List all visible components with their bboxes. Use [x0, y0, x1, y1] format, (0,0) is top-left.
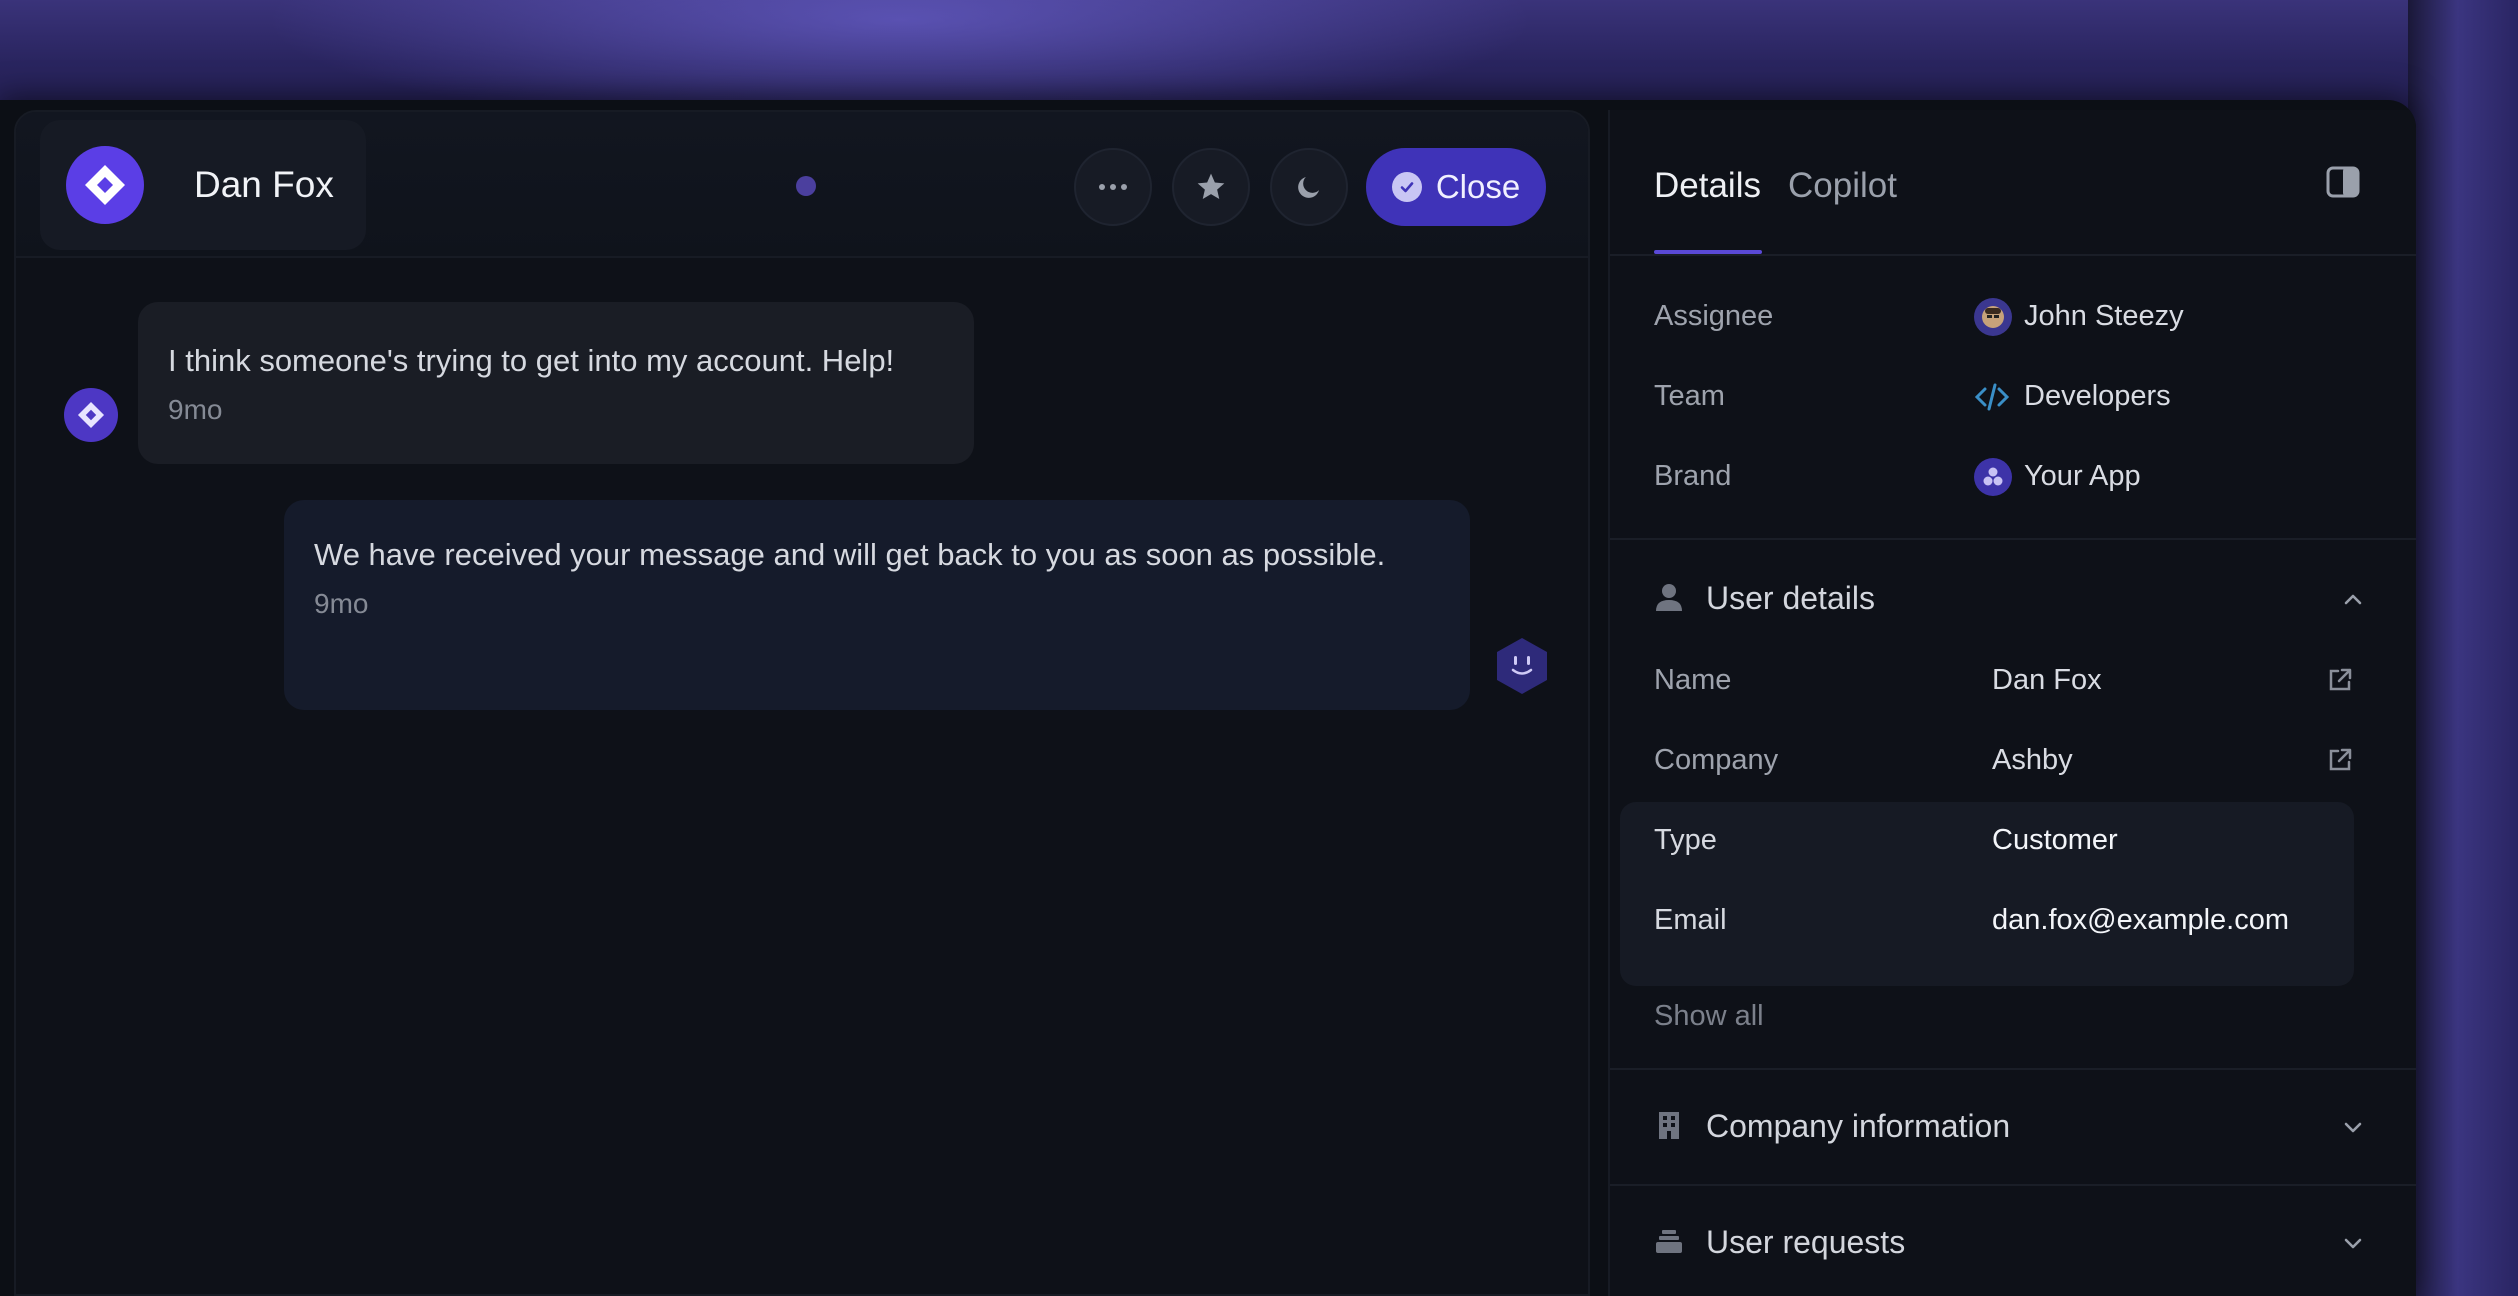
show-all-link[interactable]: Show all [1654, 1000, 1764, 1033]
brand-value[interactable]: Your App [2024, 460, 2141, 493]
name-label: Name [1654, 664, 1732, 696]
user-name: Dan Fox [194, 164, 334, 205]
tab-details[interactable]: Details [1654, 166, 1761, 206]
brand-logo-icon [1983, 467, 2003, 486]
more-options-button[interactable] [1074, 148, 1152, 226]
building-icon [1659, 1112, 1679, 1139]
details-panel: Details Copilot Assignee John Steezy Tea… [1608, 110, 2416, 1296]
user-chip[interactable]: Dan Fox [40, 120, 366, 250]
active-tab-indicator [1654, 250, 1762, 254]
assignee-label: Assignee [1654, 300, 1774, 332]
tab-copilot[interactable]: Copilot [1788, 166, 1897, 206]
type-label: Type [1654, 824, 1717, 856]
message-timestamp: 9mo [168, 394, 223, 425]
assignee-value[interactable]: John Steezy [2024, 300, 2184, 333]
company-label: Company [1654, 744, 1779, 776]
assignee-avatar[interactable] [1974, 298, 2012, 336]
snooze-button[interactable] [1270, 148, 1348, 226]
message-timestamp: 9mo [314, 588, 369, 619]
bot-message[interactable]: We have received your message and will g… [284, 500, 1470, 710]
user-avatar [66, 146, 144, 224]
email-label: Email [1654, 904, 1727, 936]
conversation-panel: Dan Fox Close I think someone's trying t… [14, 110, 1590, 1296]
user-details-title[interactable]: User details [1706, 580, 1875, 617]
external-link-icon[interactable] [2326, 746, 2354, 774]
message-text: We have received your message and will g… [314, 537, 1386, 572]
sidebar-toggle-icon[interactable] [2326, 166, 2360, 198]
bot-avatar-icon [1497, 638, 1547, 694]
divider [1610, 1184, 2416, 1186]
company-information-title[interactable]: Company information [1706, 1108, 2010, 1145]
inbox-stack-icon [1656, 1230, 1682, 1253]
brand-label: Brand [1654, 460, 1732, 492]
close-conversation-button[interactable]: Close [1366, 148, 1546, 226]
background-edge [2408, 0, 2518, 1296]
close-button-label: Close [1435, 168, 1521, 205]
divider [1610, 538, 2416, 540]
user-message[interactable]: I think someone's trying to get into my … [138, 302, 974, 464]
user-message-avatar [64, 388, 118, 442]
app-window: Dan Fox Close I think someone's trying t… [0, 100, 2416, 1296]
team-value[interactable]: Developers [2024, 380, 2171, 413]
email-value[interactable]: dan.fox@example.com [1992, 904, 2289, 937]
ellipsis-icon [1099, 184, 1127, 190]
code-icon [1974, 383, 2010, 411]
star-icon [1197, 173, 1225, 199]
brand-avatar [1974, 458, 2012, 496]
highlighted-rows [1620, 802, 2354, 986]
type-value[interactable]: Customer [1992, 824, 2118, 857]
details-tabs: Details Copilot [1610, 110, 2416, 256]
chevron-down-icon[interactable] [2340, 1230, 2366, 1256]
user-icon [1656, 584, 1682, 611]
name-value[interactable]: Dan Fox [1992, 664, 2102, 697]
status-indicator [796, 176, 816, 196]
check-circle-icon [1391, 172, 1422, 202]
user-requests-title[interactable]: User requests [1706, 1224, 1905, 1261]
team-label: Team [1654, 380, 1725, 412]
message-text: I think someone's trying to get into my … [168, 343, 895, 378]
star-button[interactable] [1172, 148, 1250, 226]
chevron-down-icon[interactable] [2340, 1114, 2366, 1140]
external-link-icon[interactable] [2326, 666, 2354, 694]
person-face-icon [1982, 306, 2004, 328]
diamond-logo-icon [77, 401, 105, 429]
conversation-header: Dan Fox Close [16, 112, 1588, 258]
company-value[interactable]: Ashby [1992, 744, 2073, 777]
chevron-up-icon[interactable] [2340, 586, 2366, 612]
diamond-logo-icon [85, 165, 125, 205]
moon-icon [1298, 177, 1319, 198]
divider [1610, 1068, 2416, 1070]
